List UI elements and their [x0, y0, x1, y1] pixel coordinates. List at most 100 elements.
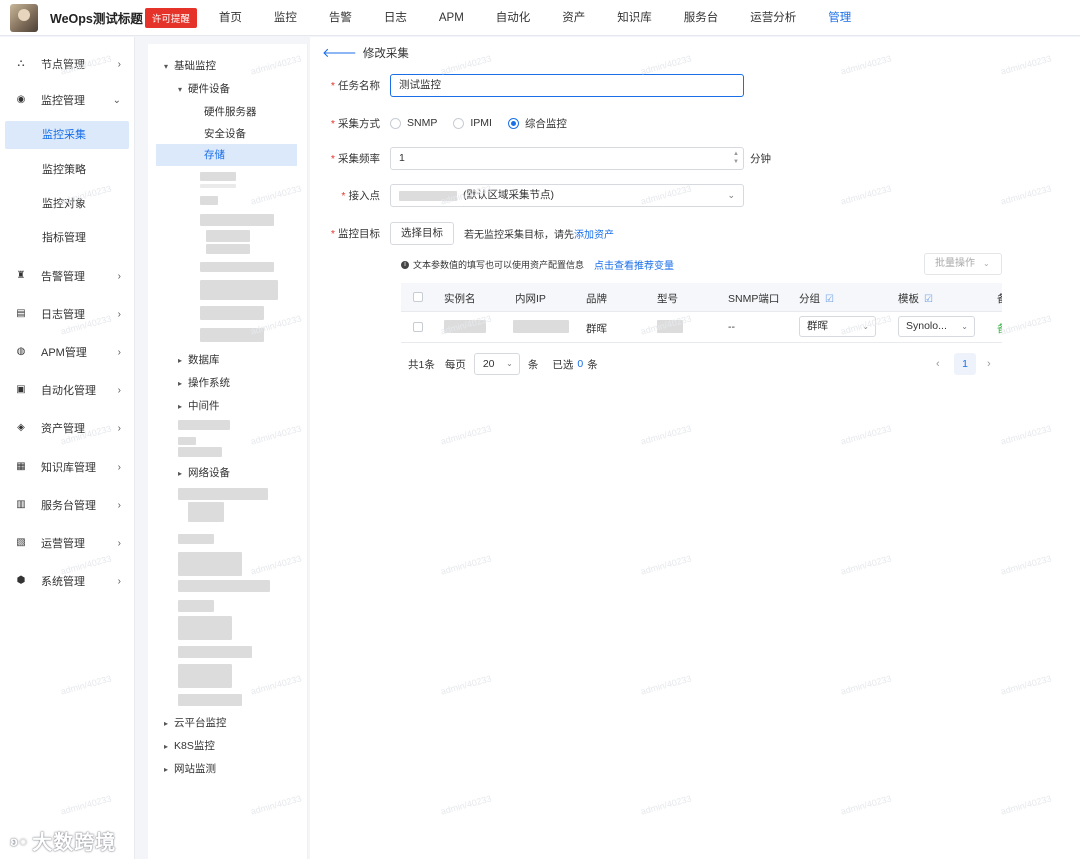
radio-snmp[interactable]: SNMP — [390, 117, 437, 129]
info-icon: i — [401, 260, 409, 269]
nav-item[interactable]: 管理 — [812, 0, 867, 36]
nav-item[interactable]: 运营分析 — [734, 0, 812, 36]
chevron-right-icon: › — [117, 422, 121, 434]
cell-snmp-port: -- — [728, 321, 735, 333]
frequency-unit: 分钟 — [750, 153, 771, 165]
caret-right-icon: ▸ — [178, 402, 183, 411]
recommend-variable-link[interactable]: 点击查看推荐变量 — [594, 257, 674, 272]
sidebar-item[interactable]: ▤ 日志管理 › — [0, 300, 135, 328]
chevron-down-icon: ⌄ — [506, 359, 513, 368]
sidebar-item[interactable]: ▣ 自动化管理 › — [0, 376, 135, 404]
logo-icon: ʚ◌ — [10, 832, 29, 849]
chevron-left-icon[interactable]: ‹ — [936, 353, 940, 375]
tree-node-k8s[interactable]: ▸ K8S监控 — [164, 738, 215, 753]
sidebar-subitem[interactable]: 监控采集 — [5, 121, 129, 149]
nav-item[interactable]: 自动化 — [480, 0, 547, 36]
category-tree: ▾ 基础监控 ▾ 硬件设备 硬件服务器 安全设备 存储 ▸ 数据库 ▸ 操作系统 ▸ 中间… — [148, 44, 308, 859]
chevron-right-icon[interactable]: › — [987, 353, 991, 375]
nav-item[interactable]: 资产 — [546, 0, 601, 36]
avatar[interactable] — [10, 3, 38, 32]
chevron-right-icon: › — [117, 499, 121, 511]
back-link[interactable]: 🡐 修改采集 — [322, 45, 409, 61]
table-header: 实例名 内网IP 品牌 型号 SNMP端口 分组☑ 模板☑ 备 — [401, 283, 1002, 312]
chevron-down-icon: ⌄ — [862, 322, 869, 331]
chevron-right-icon: › — [117, 346, 121, 358]
nav-item[interactable]: 告警 — [313, 0, 368, 36]
nav-item[interactable]: 服务台 — [668, 0, 735, 36]
nav-item[interactable]: 监控 — [258, 0, 313, 36]
tree-node-os[interactable]: ▸ 操作系统 — [178, 375, 230, 390]
blurred-item — [200, 184, 236, 188]
template-select[interactable]: Synolo... ⌄ — [898, 316, 975, 337]
tree-node-database[interactable]: ▸ 数据库 — [178, 352, 220, 367]
sidebar-item-label: APM管理 — [41, 347, 87, 359]
blurred-ip — [513, 320, 569, 333]
sidebar-item[interactable]: ◈ 资产管理 › — [0, 414, 135, 442]
task-name-input[interactable]: 测试监控 — [390, 74, 744, 97]
knowledge-icon: ▦ — [16, 461, 26, 472]
blurred-item — [200, 172, 236, 181]
chevron-right-icon: › — [117, 537, 121, 549]
radio-composite[interactable]: 综合监控 — [507, 116, 567, 131]
page-title: 修改采集 — [362, 48, 409, 60]
row-checkbox[interactable] — [413, 322, 423, 332]
sidebar-item[interactable]: ▦ 知识库管理 › — [0, 453, 135, 481]
select-all-checkbox[interactable] — [413, 292, 423, 302]
page-1-button[interactable]: 1 — [954, 353, 976, 375]
tree-node-root[interactable]: ▾ 基础监控 — [164, 58, 216, 73]
task-name-label: 任务名称 — [338, 80, 380, 92]
edit-icon[interactable]: ☑ — [924, 294, 933, 305]
nav-item[interactable]: 首页 — [203, 0, 258, 36]
sidebar-item[interactable]: ◍ APM管理 › — [0, 338, 135, 366]
tree-node-storage[interactable]: 存储 — [156, 144, 297, 166]
frequency-row: * 采集频率 1 ▲ ▼ 分钟 — [310, 147, 771, 170]
sidebar-item[interactable]: ▧ 运营管理 › — [0, 529, 135, 557]
radio-ipmi[interactable]: IPMI — [453, 117, 492, 129]
sidebar-item[interactable]: ◉ 监控管理 ⌄ — [0, 86, 135, 114]
main-content: 🡐 修改采集 * 任务名称 测试监控 * 采集方式 SNMP IPMI 综合监控 *… — [310, 37, 1080, 859]
blurred-item — [200, 328, 264, 342]
license-badge[interactable]: 许可提醒 — [144, 7, 197, 28]
pagination: 共1条 每页 20 ⌄ 条 已选 0 条 — [408, 353, 598, 375]
sidebar-item-label: 告警管理 — [41, 271, 85, 283]
add-asset-link[interactable]: 添加资产 — [574, 230, 614, 241]
service-desk-icon: ▥ — [16, 499, 26, 510]
sidebar-item[interactable]: ▥ 服务台管理 › — [0, 491, 135, 519]
tree-node-security-device[interactable]: 安全设备 — [204, 126, 246, 141]
sidebar-subitem[interactable]: 监控策略 — [0, 156, 135, 184]
chevron-down-icon: ⌄ — [727, 190, 735, 200]
nav-item[interactable]: APM — [423, 0, 480, 36]
sidebar-item[interactable]: ⛬ 节点管理 › — [0, 50, 135, 78]
tree-node-hardware[interactable]: ▾ 硬件设备 — [178, 81, 230, 96]
blurred-item — [178, 534, 214, 544]
radio-circle-icon — [390, 117, 401, 129]
spinner-icon[interactable]: ▲ ▼ — [731, 150, 741, 167]
chevron-down-icon: ⌄ — [112, 94, 121, 106]
sidebar-item[interactable]: ⬢ 系统管理 › — [0, 567, 135, 595]
system-icon: ⬢ — [16, 575, 26, 586]
cell-brand: 群晖 — [586, 323, 607, 335]
frequency-input[interactable]: 1 ▲ ▼ — [390, 147, 744, 170]
tree-node-website[interactable]: ▸ 网站监测 — [164, 761, 216, 776]
access-point-select[interactable]: (默认区域采集节点) ⌄ — [390, 184, 744, 207]
chevron-right-icon: › — [117, 58, 121, 70]
nav-item[interactable]: 日志 — [368, 0, 423, 36]
sidebar-subitem[interactable]: 监控对象 — [0, 190, 135, 218]
sidebar-subitem[interactable]: 指标管理 — [0, 224, 135, 252]
tree-node-network[interactable]: ▸ 网络设备 — [178, 465, 230, 480]
nav-item[interactable]: 知识库 — [601, 0, 668, 36]
batch-operation-button[interactable]: 批量操作 ⌄ — [924, 253, 1002, 275]
per-page-unit: 条 — [527, 358, 539, 371]
tree-node-middleware[interactable]: ▸ 中间件 — [178, 398, 220, 413]
blurred-item — [178, 694, 242, 706]
group-select[interactable]: 群晖 ⌄ — [799, 316, 876, 337]
selected-count: 0 — [577, 358, 584, 370]
edit-icon[interactable]: ☑ — [825, 294, 834, 305]
sidebar-item[interactable]: ♜ 告警管理 › — [0, 262, 135, 290]
tree-node-cloud[interactable]: ▸ 云平台监控 — [164, 715, 227, 730]
tree-node-hardware-server[interactable]: 硬件服务器 — [204, 104, 257, 119]
per-page-select[interactable]: 20 ⌄ — [473, 353, 520, 375]
select-target-button[interactable]: 选择目标 — [390, 222, 454, 245]
blurred-item — [200, 262, 274, 272]
task-name-row: * 任务名称 测试监控 — [310, 74, 744, 97]
